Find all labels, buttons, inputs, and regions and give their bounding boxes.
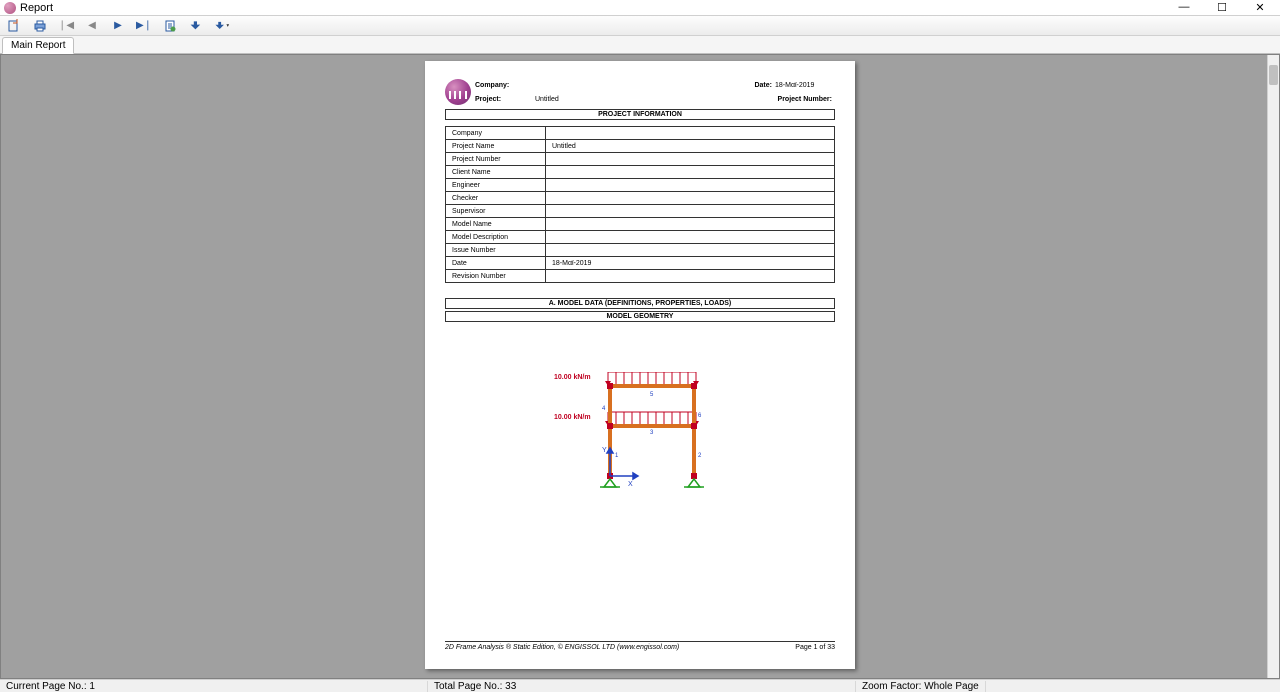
hdr-projnum-label: Project Number:	[715, 96, 835, 103]
load-label-1: 10.00 kN/m	[554, 374, 591, 381]
hdr-date-label: Date:	[715, 82, 775, 89]
info-value	[546, 218, 835, 231]
info-label: Checker	[446, 192, 546, 205]
app-icon	[4, 2, 16, 14]
hdr-company-label: Company:	[475, 82, 535, 89]
statusbar: Current Page No.: 1 Total Page No.: 33 Z…	[0, 679, 1280, 692]
info-label: Revision Number	[446, 270, 546, 283]
svg-text:5: 5	[650, 392, 654, 398]
table-row: Revision Number	[446, 270, 835, 283]
export-icon[interactable]	[6, 18, 22, 34]
refresh-icon[interactable]	[162, 18, 178, 34]
info-label: Client Name	[446, 166, 546, 179]
axis-y-label: Y	[602, 447, 607, 454]
info-value	[546, 270, 835, 283]
info-value	[546, 179, 835, 192]
status-zoom: Zoom Factor: Whole Page	[856, 681, 986, 692]
next-page-icon[interactable]: ▶	[110, 18, 126, 34]
info-label: Engineer	[446, 179, 546, 192]
table-row: Client Name	[446, 166, 835, 179]
info-value	[546, 244, 835, 257]
minimize-button[interactable]: —	[1174, 1, 1194, 14]
window-title: Report	[20, 2, 1174, 14]
info-label: Project Number	[446, 153, 546, 166]
hdr-date-value: 18-Μαϊ-2019	[775, 82, 835, 89]
svg-text:1: 1	[615, 453, 619, 459]
svg-text:4: 4	[602, 406, 606, 412]
close-button[interactable]: ✕	[1250, 1, 1270, 14]
info-value	[546, 192, 835, 205]
svg-text:6: 6	[698, 413, 702, 419]
info-label: Date	[446, 257, 546, 270]
status-current-page: Current Page No.: 1	[0, 681, 428, 692]
info-value	[546, 231, 835, 244]
page-header: Company: Date: 18-Μαϊ-2019 Project: Unti…	[445, 79, 835, 105]
toolbar: ❘◀ ◀ ▶ ▶❘	[0, 16, 1280, 36]
info-value	[546, 153, 835, 166]
page-footer: 2D Frame Analysis ® Static Edition, © EN…	[445, 641, 835, 651]
frame-svg: Y X 1 2 3 4 5 6	[560, 372, 720, 502]
tab-main-report[interactable]: Main Report	[2, 37, 74, 54]
titlebar: Report — ☐ ✕	[0, 0, 1280, 16]
tabbar: Main Report	[0, 36, 1280, 54]
info-label: Issue Number	[446, 244, 546, 257]
table-row: Project Number	[446, 153, 835, 166]
search-icon[interactable]	[188, 18, 204, 34]
status-total-pages: Total Page No.: 33	[428, 681, 856, 692]
company-logo	[445, 79, 471, 105]
section-project-info: PROJECT INFORMATION	[445, 109, 835, 120]
svg-text:3: 3	[650, 430, 654, 436]
info-label: Model Name	[446, 218, 546, 231]
load-label-2: 10.00 kN/m	[554, 414, 591, 421]
table-row: Checker	[446, 192, 835, 205]
project-info-table: CompanyProject NameUntitledProject Numbe…	[445, 126, 835, 283]
print-icon[interactable]	[32, 18, 48, 34]
table-row: Issue Number	[446, 244, 835, 257]
section-model-data: A. MODEL DATA (DEFINITIONS, PROPERTIES, …	[445, 298, 835, 309]
zoom-dropdown-icon[interactable]	[214, 18, 230, 34]
info-label: Project Name	[446, 140, 546, 153]
last-page-icon[interactable]: ▶❘	[136, 18, 152, 34]
hdr-project-label: Project:	[475, 96, 535, 103]
report-viewer: Company: Date: 18-Μαϊ-2019 Project: Unti…	[0, 54, 1280, 679]
info-value	[546, 205, 835, 218]
info-value: Untitled	[546, 140, 835, 153]
info-value: 18-Μαϊ-2019	[546, 257, 835, 270]
maximize-button[interactable]: ☐	[1212, 1, 1232, 14]
table-row: Project NameUntitled	[446, 140, 835, 153]
table-row: Model Name	[446, 218, 835, 231]
footer-page-num: Page 1 of 33	[795, 644, 835, 651]
report-page: Company: Date: 18-Μαϊ-2019 Project: Unti…	[425, 61, 855, 669]
window-controls: — ☐ ✕	[1174, 1, 1270, 14]
table-row: Company	[446, 127, 835, 140]
prev-page-icon[interactable]: ◀	[84, 18, 100, 34]
info-value	[546, 166, 835, 179]
section-model-geometry: MODEL GEOMETRY	[445, 311, 835, 322]
table-row: Supervisor	[446, 205, 835, 218]
hdr-project-value: Untitled	[535, 96, 715, 103]
info-label: Model Description	[446, 231, 546, 244]
axis-x-label: X	[628, 481, 633, 488]
info-label: Company	[446, 127, 546, 140]
svg-text:2: 2	[698, 453, 702, 459]
footer-credit: 2D Frame Analysis ® Static Edition, © EN…	[445, 644, 679, 651]
info-label: Supervisor	[446, 205, 546, 218]
model-diagram: 10.00 kN/m 10.00 kN/m	[560, 372, 720, 502]
vertical-scrollbar[interactable]	[1267, 55, 1279, 678]
table-row: Engineer	[446, 179, 835, 192]
table-row: Date18-Μαϊ-2019	[446, 257, 835, 270]
info-value	[546, 127, 835, 140]
table-row: Model Description	[446, 231, 835, 244]
scrollbar-thumb[interactable]	[1269, 65, 1278, 85]
first-page-icon[interactable]: ❘◀	[58, 18, 74, 34]
